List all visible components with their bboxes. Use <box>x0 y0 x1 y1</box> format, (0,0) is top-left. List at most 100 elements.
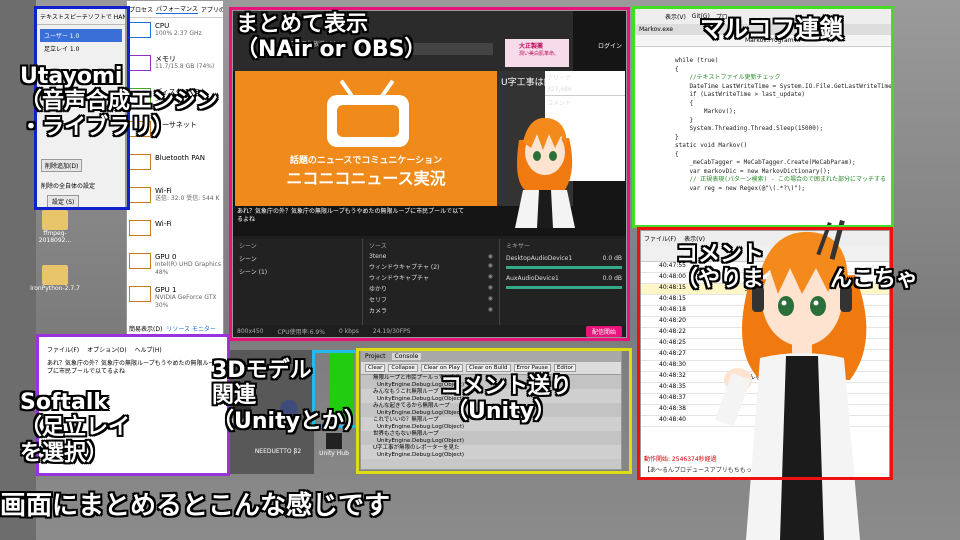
graph-thumbnail <box>129 286 151 302</box>
performance-item-label: Wi-Fi <box>155 187 172 195</box>
start-broadcast-button[interactable]: 配信開始 <box>585 326 622 337</box>
menu-file[interactable]: ファイル(F) <box>47 345 79 354</box>
performance-item-value: 100% 2.37 GHz <box>155 30 202 37</box>
tab-performance[interactable]: パフォーマンス <box>156 4 198 14</box>
comment-time: 40:48:00 <box>659 273 686 280</box>
menu-help[interactable]: ヘルプ(H) <box>135 345 162 354</box>
tab-project[interactable]: Project <box>365 353 386 360</box>
menu-file[interactable]: ファイル(F) <box>644 234 676 243</box>
console-log-line[interactable]: 世界もさもない無限ループ <box>361 431 621 438</box>
comment-time: 40:48:27 <box>659 350 686 357</box>
code-line: var markovDic = new MarkovDictionary(); <box>675 167 831 175</box>
app-icon-unity-hub[interactable]: Unity Hub <box>312 432 356 457</box>
mixer-channel: AuxAudioDevice1 0.0 dB <box>500 272 626 292</box>
performance-item-label: メモリ <box>155 55 176 63</box>
eye-icon[interactable]: ◉ <box>488 273 493 282</box>
performance-item[interactable]: CPU 100% 2.37 GHz <box>127 18 223 51</box>
scenes-dock: シーン シーン シーン (1) <box>233 239 363 325</box>
code-editor[interactable]: while (true){ //テキストファイル更新チェック DateTime … <box>635 47 891 193</box>
performance-item[interactable]: Wi-Fi <box>127 216 223 249</box>
code-line: { <box>675 65 679 73</box>
volume-slider[interactable] <box>506 286 622 289</box>
code-line: var reg = new Regex(@"\(.*?\)"); <box>675 184 806 192</box>
source-item[interactable]: カメラ ◉ <box>363 305 499 316</box>
performance-item-text: GPU 1 NVIDIA GeForce GTX 30% <box>155 286 221 311</box>
performance-item[interactable]: Bluetooth PAN <box>127 150 223 183</box>
graph-thumbnail <box>129 22 151 38</box>
task-manager-tabs: プロセス パフォーマンス アプリの履歴 <box>127 1 223 18</box>
mixer-list: DesktopAudioDevice1 0.0 dB AuxAudioDevice1… <box>500 252 626 292</box>
source-item[interactable]: セリフ ◉ <box>363 294 499 305</box>
sources-dock: ソース 3tene ◉ ウィンドウキャプチャ (2) ◉ ウィンドウキャプチャ ◉ ゆかり ◉… <box>363 239 499 325</box>
performance-item-text: Wi-Fi 送信: 32.0 受信: 544 K <box>155 187 219 212</box>
utayomi-title: テキストスピーチソフトで HANASU 用の設定 <box>37 9 125 25</box>
code-line: // 正規表現(パターン検索) - この場合ので囲まれた部分にマッチする <box>675 176 887 183</box>
graph-thumbnail <box>129 253 151 269</box>
source-name: ゆかり <box>369 286 388 293</box>
source-item[interactable]: ウィンドウキャプチャ ◉ <box>363 272 499 283</box>
volume-slider[interactable] <box>506 266 622 269</box>
softalk-text-area[interactable]: あれ？気象庁の外？気象庁の無限ループもうやめたの無限ループに市民プールで以てるよ… <box>39 357 227 379</box>
mixer-channel-name: AuxAudioDevice1 <box>506 275 559 282</box>
console-error-pause-button[interactable]: Error Pause <box>513 364 551 372</box>
performance-item[interactable]: GPU 1 NVIDIA GeForce GTX 30% <box>127 282 223 315</box>
code-line: System.Threading.Thread.Sleep(15000); <box>675 125 824 132</box>
source-item[interactable]: 3tene ◉ <box>363 252 499 261</box>
menu-view[interactable]: 表示(V) <box>665 12 686 21</box>
scene-item[interactable]: シーン (1) <box>233 265 362 278</box>
app-icon-neeeduetto[interactable]: NEEDUETTO β2 <box>250 448 306 455</box>
source-item[interactable]: ゆかり ◉ <box>363 283 499 294</box>
mixer-channel-name: DesktopAudioDevice1 <box>506 255 573 262</box>
performance-item[interactable]: Wi-Fi 送信: 32.0 受信: 544 K <box>127 183 223 216</box>
menu-options[interactable]: オプション(O) <box>87 345 126 354</box>
performance-item[interactable]: GPU 0 Intel(R) UHD Graphics 48% <box>127 249 223 282</box>
code-line: Markov(); <box>675 108 737 115</box>
eye-icon[interactable]: ◉ <box>488 253 493 260</box>
source-item[interactable]: ウィンドウキャプチャ (2) ◉ <box>363 261 499 272</box>
mixer-dock: ミキサー DesktopAudioDevice1 0.0 dB AuxAudioDe… <box>499 239 626 325</box>
code-line: } <box>675 133 679 141</box>
eye-icon[interactable]: ◉ <box>488 284 493 293</box>
source-list: 3tene ◉ ウィンドウキャプチャ (2) ◉ ウィンドウキャプチャ ◉ ゆかり ◉ セリフ ◉… <box>363 252 499 316</box>
ad-banner[interactable]: 大正製薬 潤い美白肌革命。 <box>505 39 569 67</box>
desktop-icon-ffmpeg[interactable]: ffmpeg-2018092... <box>32 210 78 244</box>
utayomi-settings-button[interactable]: 設定 (S) <box>47 195 80 207</box>
eye-icon[interactable]: ◉ <box>488 306 493 315</box>
desktop-icon-ironpython[interactable]: IronPython-2.7.7 <box>30 265 80 292</box>
tab-console[interactable]: Console <box>391 353 422 360</box>
login-link[interactable]: ログイン <box>598 41 622 50</box>
scene-item[interactable]: シーン <box>233 252 362 265</box>
performance-item-text: Wi-Fi <box>155 220 172 245</box>
tab-app-history[interactable]: アプリの履歴 <box>201 5 223 14</box>
folder-icon <box>42 210 68 230</box>
console-log-line: UnityEngine.Debug:Log(Object) <box>361 424 621 431</box>
console-log-line: UnityEngine.Debug:Log(Object) <box>361 452 621 459</box>
eye-icon[interactable]: ◉ <box>488 262 493 271</box>
softalk-menu-bar: ファイル(F) オプション(O) ヘルプ(H) <box>39 337 227 357</box>
code-line: static void Markov() <box>675 142 748 149</box>
utayomi-add-button[interactable]: 削除追加(D) <box>41 159 83 172</box>
unity-tabs: Project Console <box>361 351 621 362</box>
console-log-line[interactable]: U字工事が無限のレポーターを見た <box>361 445 621 452</box>
console-clear-on-build-button[interactable]: Clear on Build <box>465 364 511 372</box>
unity-icon <box>325 432 343 450</box>
console-editor-button[interactable]: Editor <box>553 364 577 372</box>
tab-processes[interactable]: プロセス <box>129 5 153 14</box>
folder-icon <box>42 265 68 285</box>
performance-item-value: Intel(R) UHD Graphics 48% <box>155 261 221 276</box>
console-collapse-button[interactable]: Collapse <box>388 364 418 372</box>
eye-icon[interactable]: ◉ <box>488 295 493 304</box>
caption-softalk: Softalk （足立レイ を選択） <box>20 390 131 466</box>
utayomi-line: ユーザー 1.0 <box>40 29 122 42</box>
resource-monitor-link[interactable]: リソース モニター <box>166 324 216 333</box>
graph-thumbnail <box>129 187 151 203</box>
code-line: while (true) <box>675 57 719 64</box>
console-clear-on-play-button[interactable]: Clear on Play <box>420 364 463 372</box>
graph-thumbnail <box>129 220 151 236</box>
fewer-details-link[interactable]: 簡易表示(D) <box>129 324 162 333</box>
caption-nair: まとめて表示 （NAir or OBS） <box>236 12 427 63</box>
comment-time: 40:48:15 <box>659 284 686 291</box>
console-clear-button[interactable]: Clear <box>365 364 386 372</box>
nair-status-bar: 800x450 CPU使用率:6.9% 0 kbps 24.19/30FPS <box>237 328 411 336</box>
performance-item-text: GPU 0 Intel(R) UHD Graphics 48% <box>155 253 221 278</box>
